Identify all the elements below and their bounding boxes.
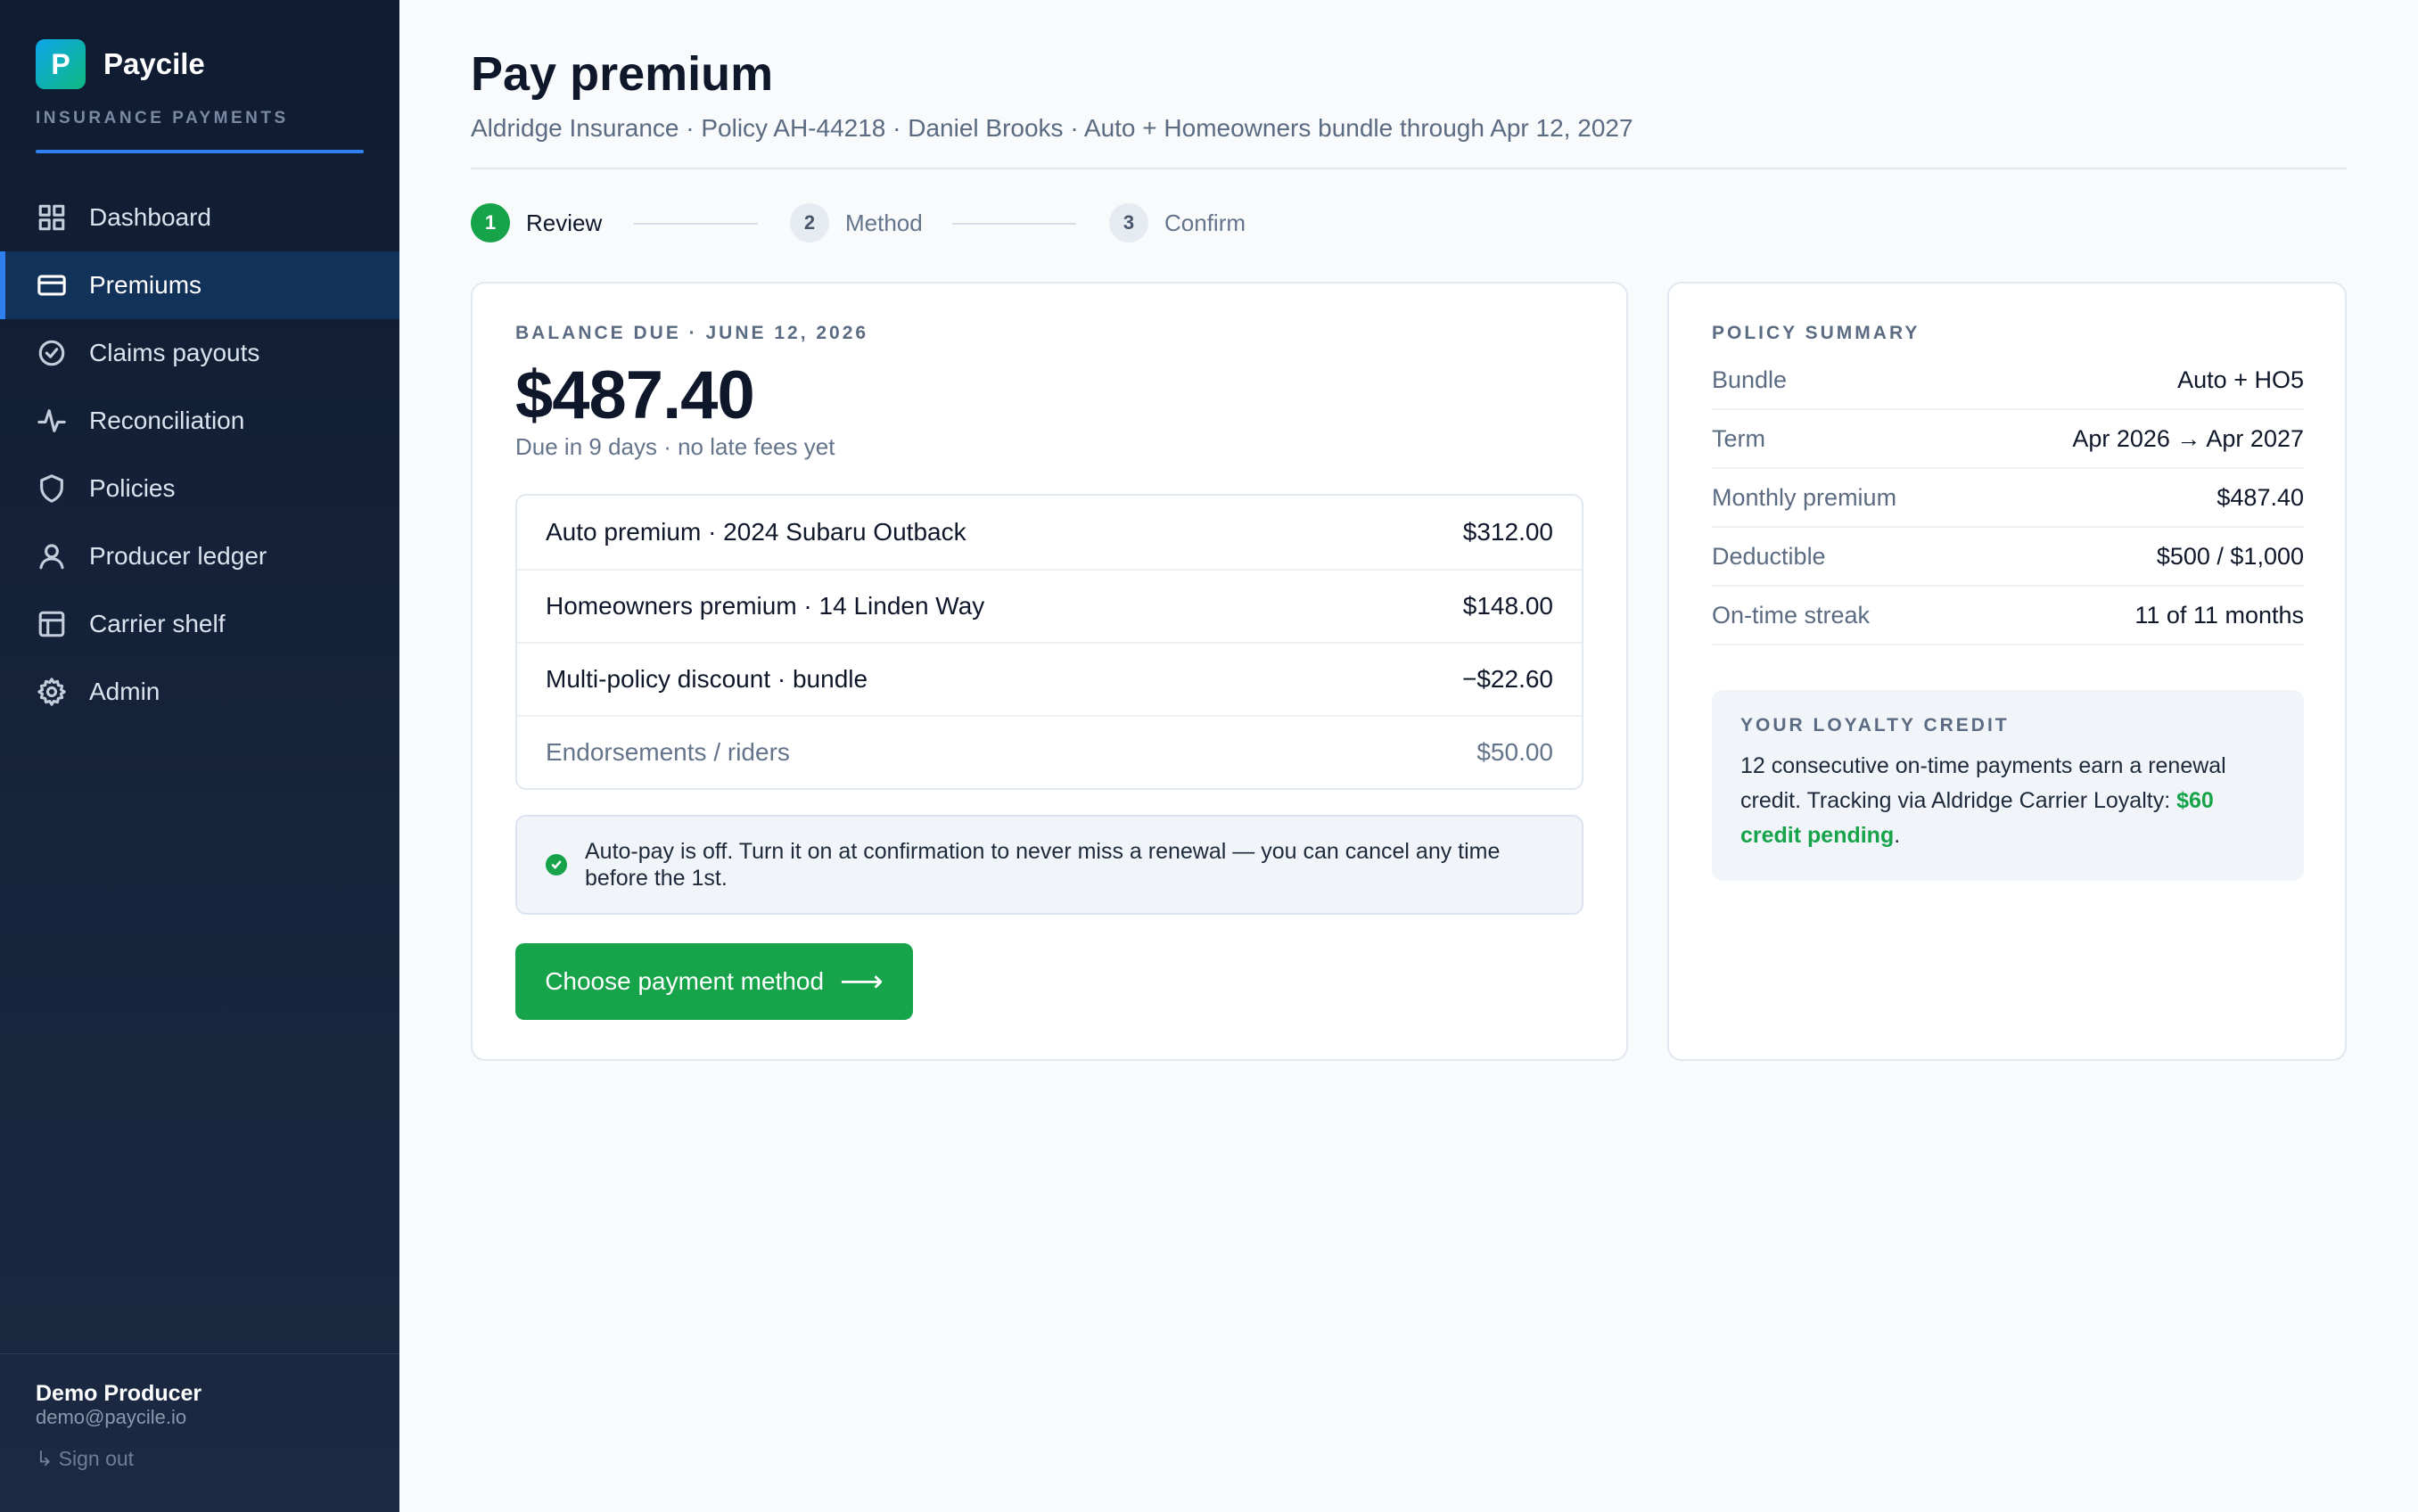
step-connector [634,223,758,225]
sidebar-item-label: Admin [89,678,160,705]
summary-key: Monthly premium [1712,483,1897,511]
brand-divider [36,150,364,153]
sidebar-item-label: Producer ledger [89,542,267,570]
step-number: 1 [471,203,510,242]
line-item-auto: Auto premium · 2024 Subaru Outback $312.… [517,496,1582,569]
user-panel: Demo Producer demo@paycile.io ↳ Sign out [0,1353,399,1512]
check-circle-icon [36,337,68,369]
loyalty-eyebrow: YOUR LOYALTY CREDIT [1740,715,2010,735]
summary-row-monthly-premium: Monthly premium $487.40 [1712,469,2304,528]
arrow-right-icon: ⟶ [840,965,884,998]
step-label: Method [845,209,923,236]
loyalty-body: 12 consecutive on-time payments earn a r… [1740,753,2226,813]
summary-row-bundle: Bundle Auto + HO5 [1712,351,2304,410]
loyalty-text: 12 consecutive on-time payments earn a r… [1740,749,2275,853]
gear-icon [36,676,68,708]
shield-icon [36,472,68,505]
sidebar-item-admin[interactable]: Admin [0,658,399,726]
due-note: Due in 9 days · no late fees yet [515,433,835,460]
sidebar-item-claims-payouts[interactable]: Claims payouts [0,319,399,387]
user-icon [36,540,68,572]
loyalty-end: . [1894,823,1901,848]
sidebar-item-dashboard[interactable]: Dashboard [0,184,399,251]
summary-row-term: Term Apr 2026 → Apr 2027 [1712,410,2304,469]
line-item-discount: Multi-policy discount · bundle −$22.60 [517,642,1582,715]
sidebar-item-label: Premiums [89,271,202,299]
line-item-amount: $148.00 [1462,592,1553,620]
step-number: 2 [790,203,829,242]
summary-value: Apr 2026 → Apr 2027 [2072,424,2304,452]
brand[interactable]: P Paycile [36,39,205,89]
balance-amount: $487.40 [515,357,755,433]
card-icon [36,269,68,301]
line-item-homeowners: Homeowners premium · 14 Linden Way $148.… [517,569,1582,642]
sidebar-item-label: Claims payouts [89,339,260,366]
sidebar-item-label: Dashboard [89,203,211,231]
line-item-label: Endorsements / riders [546,738,790,766]
choose-payment-method-button[interactable]: Choose payment method ⟶ [515,943,913,1020]
policy-summary-rows: Bundle Auto + HO5 Term Apr 2026 → Apr 20… [1712,351,2304,645]
grid-icon [36,201,68,234]
summary-value: Auto + HO5 [2177,366,2304,393]
sidebar-item-premiums[interactable]: Premiums [0,251,399,319]
brand-logo: P [36,39,86,89]
sidebar-item-reconciliation[interactable]: Reconciliation [0,387,399,455]
autopay-notice: Auto-pay is off. Turn it on at confirmat… [515,815,1583,915]
summary-row-deductible: Deductible $500 / $1,000 [1712,528,2304,587]
page-title: Pay premium [471,47,774,101]
sidebar-item-label: Reconciliation [89,407,245,434]
sidebar-nav: Dashboard Premiums Claims payouts Reconc… [0,184,399,726]
sign-out-link[interactable]: ↳ Sign out [36,1447,134,1471]
user-email: demo@paycile.io [36,1406,187,1428]
step-label: Review [526,209,603,236]
stepper: 1 Review 2 Method 3 Confirm [471,203,1362,242]
policy-summary-eyebrow: POLICY SUMMARY [1712,323,1920,343]
balance-card: BALANCE DUE · JUNE 12, 2026 $487.40 Due … [471,282,1628,1061]
line-item-label: Auto premium · 2024 Subaru Outback [546,518,966,546]
table-icon [36,608,68,640]
main-content: Pay premium Aldridge Insurance · Policy … [399,0,2418,1512]
button-label: Choose payment method [545,967,825,995]
line-item-amount: $50.00 [1476,738,1553,766]
summary-key: Bundle [1712,366,1788,393]
policy-summary-card: POLICY SUMMARY Bundle Auto + HO5 Term Ap… [1667,282,2347,1061]
check-icon [546,854,567,875]
page-subtitle: Aldridge Insurance · Policy AH-44218 · D… [471,114,1633,142]
line-item-amount: −$22.60 [1462,665,1553,693]
step-method[interactable]: 2 Method [790,203,923,242]
step-confirm[interactable]: 3 Confirm [1109,203,1246,242]
pulse-icon [36,405,68,437]
summary-value: $500 / $1,000 [2156,542,2304,570]
sidebar-item-label: Carrier shelf [89,610,226,637]
sidebar: P Paycile INSURANCE PAYMENTS Dashboard P… [0,0,399,1512]
sidebar-item-policies[interactable]: Policies [0,455,399,522]
summary-value: $487.40 [2216,483,2304,511]
notice-text: Auto-pay is off. Turn it on at confirmat… [585,839,1501,891]
sidebar-item-producer-ledger[interactable]: Producer ledger [0,522,399,590]
line-item-label: Multi-policy discount · bundle [546,665,868,693]
balance-eyebrow: BALANCE DUE · JUNE 12, 2026 [515,323,869,343]
summary-key: Term [1712,424,1765,452]
sidebar-item-label: Policies [89,474,176,502]
brand-subtitle: INSURANCE PAYMENTS [36,109,289,127]
summary-key: On-time streak [1712,601,1871,629]
line-item-label: Homeowners premium · 14 Linden Way [546,592,985,620]
step-number: 3 [1109,203,1148,242]
user-name: Demo Producer [36,1381,202,1406]
step-review[interactable]: 1 Review [471,203,602,242]
summary-value: 11 of 11 months [2134,601,2304,629]
brand-name: Paycile [103,47,205,80]
step-connector [952,223,1076,225]
line-item-endorsements: Endorsements / riders $50.00 [517,715,1582,788]
header-divider [471,168,2347,169]
summary-row-on-time-streak: On-time streak 11 of 11 months [1712,587,2304,645]
step-label: Confirm [1164,209,1246,236]
line-items: Auto premium · 2024 Subaru Outback $312.… [515,494,1583,790]
line-item-amount: $312.00 [1462,518,1553,546]
loyalty-credit-panel: YOUR LOYALTY CREDIT 12 consecutive on-ti… [1712,690,2304,881]
summary-key: Deductible [1712,542,1826,570]
sidebar-item-carrier-shelf[interactable]: Carrier shelf [0,590,399,658]
